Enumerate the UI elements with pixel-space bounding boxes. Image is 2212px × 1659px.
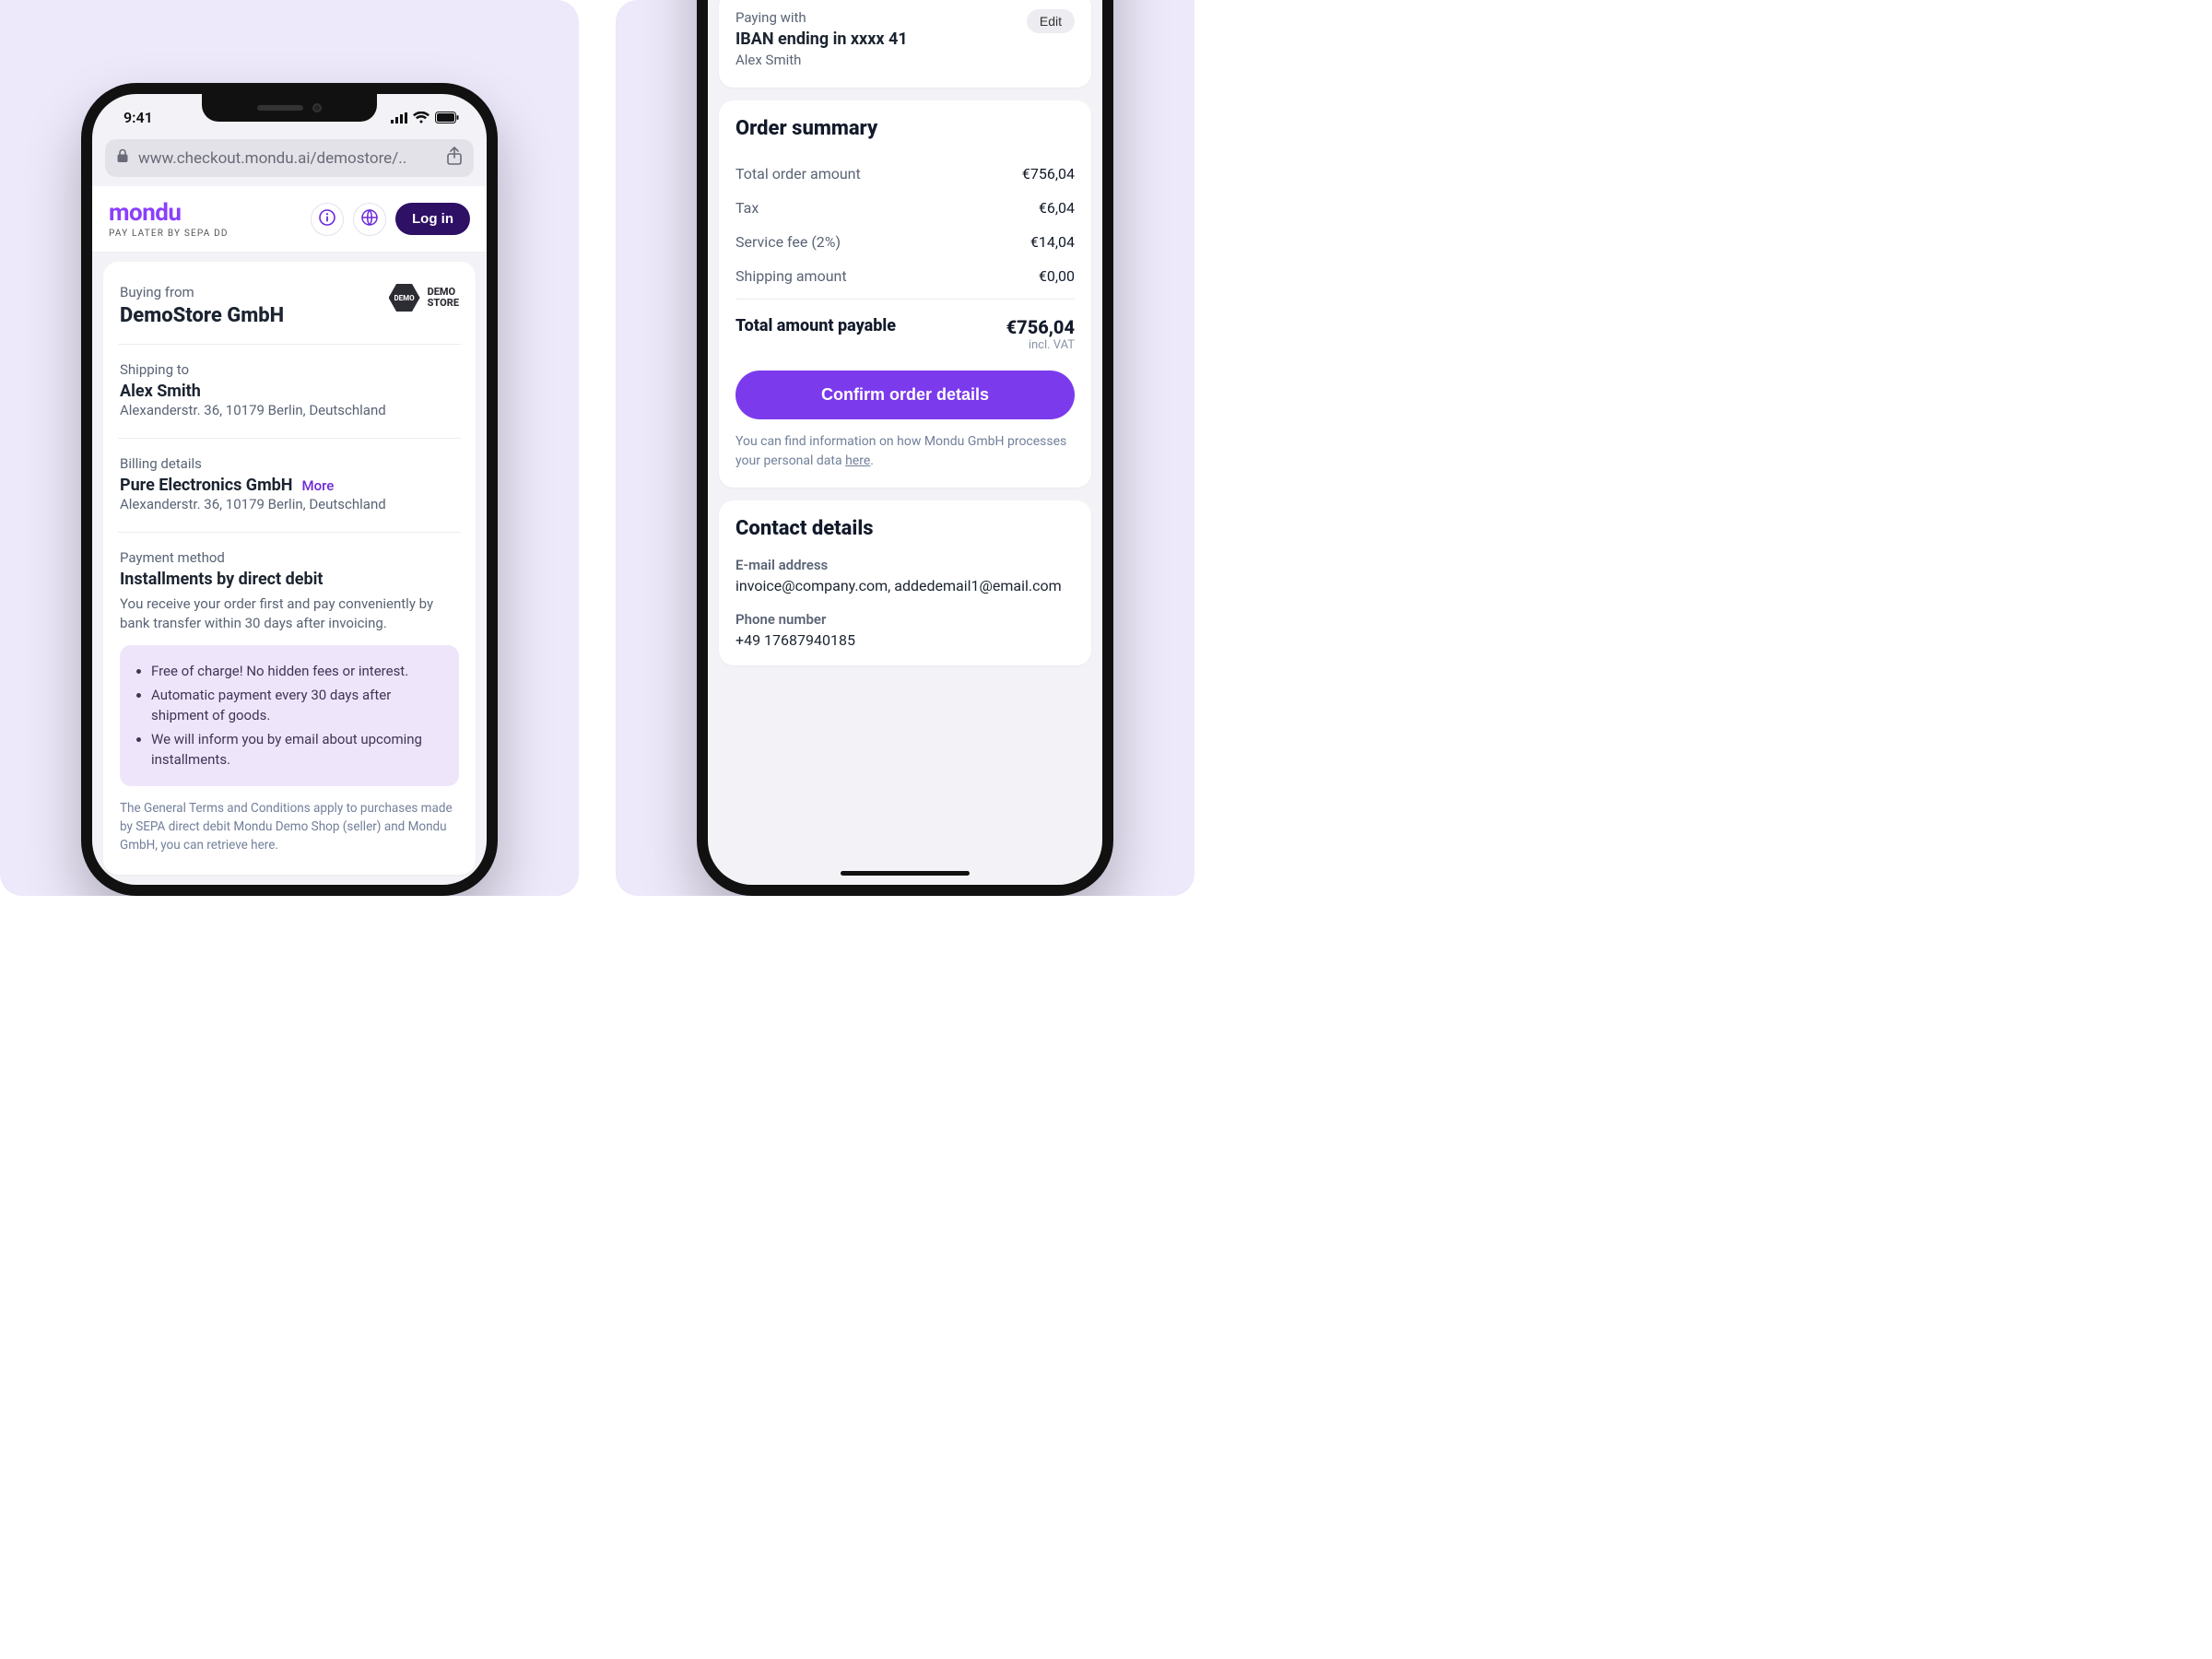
contact-title: Contact details (735, 517, 1075, 540)
right-panel: Paying with IBAN ending in xxxx 41 Alex … (616, 0, 1194, 896)
billing-more-link[interactable]: More (302, 477, 335, 494)
login-button[interactable]: Log in (395, 203, 470, 235)
brand-logo: mondu (109, 199, 229, 227)
phone-screen-left: 9:41 www.checkout.mondu.a (92, 94, 487, 885)
paying-holder: Alex Smith (735, 51, 908, 71)
billing-section: Billing details Pure Electronics GmbH Mo… (118, 438, 461, 532)
info-button[interactable] (311, 203, 344, 236)
phone-frame-left: 9:41 www.checkout.mondu.a (81, 83, 498, 896)
checkout-content: Buying from DemoStore GmbH DEMO DEMO STO… (92, 253, 487, 884)
contact-phone-label: Phone number (735, 611, 1075, 628)
order-line-value: €756,04 (1022, 165, 1075, 182)
shipping-address: Alexanderstr. 36, 10179 Berlin, Deutschl… (120, 401, 459, 421)
order-summary-title: Order summary (735, 117, 1075, 140)
contact-phone-value: +49 17687940185 (735, 631, 1075, 649)
left-panel: 9:41 www.checkout.mondu.a (0, 0, 579, 896)
phone-notch (202, 94, 377, 122)
billing-address: Alexanderstr. 36, 10179 Berlin, Deutschl… (120, 495, 459, 515)
browser-url-bar[interactable]: www.checkout.mondu.ai/demostore/.. (105, 139, 474, 177)
order-total-label: Total amount payable (735, 316, 896, 335)
shipping-label: Shipping to (120, 361, 459, 378)
payment-title: Installments by direct debit (120, 570, 459, 589)
order-line-value: €14,04 (1030, 233, 1075, 251)
payment-section: Payment method Installments by direct de… (118, 532, 461, 872)
order-line: Tax €6,04 (735, 191, 1075, 225)
order-summary-card: Order summary Total order amount €756,04… (719, 100, 1091, 488)
billing-label: Billing details (120, 455, 459, 472)
merchant-badge-icon: DEMO (389, 284, 420, 312)
order-line-label: Service fee (2%) (735, 233, 841, 251)
edit-payment-button[interactable]: Edit (1027, 9, 1075, 33)
globe-icon (361, 209, 378, 229)
payment-bullet: We will inform you by email about upcomi… (151, 729, 444, 771)
paying-with-label: Paying with (735, 9, 908, 26)
info-icon (319, 209, 335, 229)
order-line-label: Shipping amount (735, 267, 847, 285)
cellular-icon (391, 112, 407, 124)
privacy-policy-text: You can find information on how Mondu Gm… (735, 432, 1075, 471)
payment-bullet: Free of charge! No hidden fees or intere… (151, 661, 444, 682)
billing-company: Pure Electronics GmbH (120, 476, 293, 495)
order-line: Shipping amount €0,00 (735, 259, 1075, 293)
brand: mondu PAY LATER BY SEPA DD (109, 199, 229, 239)
order-line-label: Tax (735, 199, 759, 217)
privacy-policy-link[interactable]: here (845, 453, 870, 468)
paying-with-card: Paying with IBAN ending in xxxx 41 Alex … (719, 0, 1091, 88)
paying-iban: IBAN ending in xxxx 41 (735, 29, 908, 49)
order-line: Service fee (2%) €14,04 (735, 225, 1075, 259)
confirm-order-button[interactable]: Confirm order details (735, 371, 1075, 419)
phone-frame-right: Paying with IBAN ending in xxxx 41 Alex … (697, 0, 1113, 896)
battery-icon (435, 112, 459, 124)
language-button[interactable] (353, 203, 386, 236)
merchant-name: DemoStore GmbH (120, 304, 284, 327)
merchant-badge: DEMO DEMO STORE (389, 284, 459, 312)
payment-label: Payment method (120, 549, 459, 566)
contact-email-label: E-mail address (735, 557, 1075, 573)
share-icon[interactable] (446, 147, 463, 170)
merchant-badge-line2: STORE (428, 298, 459, 309)
buying-from-label: Buying from (120, 284, 284, 300)
app-header: mondu PAY LATER BY SEPA DD Log in (92, 186, 487, 253)
order-total-value: €756,04 (1006, 316, 1075, 338)
payment-bullet: Automatic payment every 30 days after sh… (151, 685, 444, 726)
checkout-card: Buying from DemoStore GmbH DEMO DEMO STO… (103, 262, 476, 875)
home-indicator (841, 871, 970, 876)
order-line-value: €0,00 (1039, 267, 1075, 285)
brand-tagline: PAY LATER BY SEPA DD (109, 229, 229, 239)
payment-infobox: Free of charge! No hidden fees or intere… (120, 645, 459, 786)
phone-screen-right: Paying with IBAN ending in xxxx 41 Alex … (708, 0, 1102, 885)
order-line-label: Total order amount (735, 165, 861, 182)
browser-url: www.checkout.mondu.ai/demostore/.. (138, 149, 437, 168)
shipping-name: Alex Smith (120, 382, 459, 401)
status-icons (391, 112, 459, 124)
status-time: 9:41 (124, 109, 153, 126)
wifi-icon (413, 112, 429, 124)
shipping-section: Shipping to Alex Smith Alexanderstr. 36,… (118, 344, 461, 438)
payment-desc: You receive your order first and pay con… (120, 594, 459, 635)
order-total-sub: incl. VAT (1006, 338, 1075, 352)
lock-icon (116, 148, 129, 168)
order-total: Total amount payable €756,04 incl. VAT (735, 305, 1075, 352)
buying-from-section: Buying from DemoStore GmbH DEMO DEMO STO… (118, 278, 461, 344)
contact-details-card: Contact details E-mail address invoice@c… (719, 500, 1091, 665)
payment-terms: The General Terms and Conditions apply t… (120, 799, 459, 855)
order-line-value: €6,04 (1039, 199, 1075, 217)
contact-email-value: invoice@company.com, addedemail1@email.c… (735, 577, 1075, 594)
order-line: Total order amount €756,04 (735, 157, 1075, 191)
